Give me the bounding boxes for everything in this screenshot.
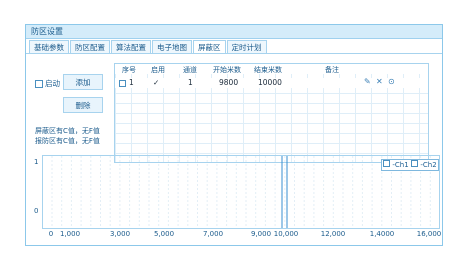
x-tick-label: 7,000 xyxy=(202,230,224,238)
x-tick-label: 0 xyxy=(48,230,54,238)
col-index: 序号 xyxy=(122,66,136,74)
col-end: 结束米数 xyxy=(254,66,282,74)
cell-enabled: ✓ xyxy=(153,78,160,87)
tab-timed-plan[interactable]: 定时计划 xyxy=(226,40,267,53)
legend-ch2[interactable]: -Ch2 xyxy=(411,160,437,170)
cell-channel: 1 xyxy=(188,78,193,87)
row-select-checkbox[interactable] xyxy=(119,80,126,87)
window-title: 防区设置 xyxy=(26,25,442,39)
locate-icon[interactable]: ⊙ xyxy=(388,77,395,86)
tab-basic-params[interactable]: 基础参数 xyxy=(29,40,69,53)
table-header: 序号 启用 通道 开始米数 结束米数 备注 xyxy=(115,64,428,74)
y-tick-1: 1 xyxy=(34,158,39,166)
x-tick-label: 5,000 xyxy=(153,230,175,238)
chart-legend: -Ch1 -Ch2 xyxy=(381,159,439,171)
shield-zone-table: 序号 启用 通道 开始米数 结束米数 备注 1 ✓ 1 9800 10000 ✎… xyxy=(114,63,429,163)
cell-start: 9800 xyxy=(219,78,239,87)
y-tick-0: 0 xyxy=(34,207,39,215)
distance-chart: -Ch1 -Ch2 xyxy=(42,155,440,229)
x-tick-label: 10,000 xyxy=(273,230,299,238)
tab-shield-zone[interactable]: 屏蔽区 xyxy=(193,40,226,53)
chart-plot-area xyxy=(51,156,431,228)
cell-index: 1 xyxy=(129,78,134,87)
checkbox-box[interactable] xyxy=(35,79,43,88)
x-tick-label: 3,000 xyxy=(109,230,131,238)
tab-zone-config[interactable]: 防区配置 xyxy=(70,40,110,53)
x-tick-label: 12,000 xyxy=(320,230,346,238)
legend-ch1[interactable]: -Ch1 xyxy=(383,160,409,170)
legend-ch2-checkbox[interactable] xyxy=(411,160,419,167)
legend-ch1-checkbox[interactable] xyxy=(383,160,391,167)
shield-note: 屏蔽区有C值，无F值 xyxy=(35,127,100,135)
legend-ch2-label: Ch2 xyxy=(422,161,437,169)
x-tick-label: 9,000 xyxy=(250,230,272,238)
edit-icon[interactable]: ✎ xyxy=(364,77,371,86)
tab-divider xyxy=(26,53,442,54)
table-row[interactable]: 1 ✓ 1 9800 10000 ✎ ✕ ⊙ xyxy=(115,77,428,88)
x-tick-label: 16,000 xyxy=(416,230,442,238)
enable-checkbox[interactable]: 启动 xyxy=(35,78,60,89)
tab-bar: 基础参数 防区配置 算法配置 电子地图 屏蔽区 定时计划 xyxy=(29,40,268,53)
x-tick-label: 1,000 xyxy=(59,230,81,238)
tab-algorithm-config[interactable]: 算法配置 xyxy=(111,40,151,53)
delete-icon[interactable]: ✕ xyxy=(376,77,383,86)
x-tick-label: 1,4000 xyxy=(369,230,395,238)
zone-settings-panel: 防区设置 基础参数 防区配置 算法配置 电子地图 屏蔽区 定时计划 启动 添加 … xyxy=(25,24,443,246)
delete-button[interactable]: 删除 xyxy=(63,97,103,113)
col-start: 开始米数 xyxy=(213,66,241,74)
col-enabled: 启用 xyxy=(151,66,165,74)
enable-label: 启动 xyxy=(45,79,60,88)
add-button[interactable]: 添加 xyxy=(63,74,103,90)
cell-end: 10000 xyxy=(258,78,282,87)
col-note: 备注 xyxy=(325,66,339,74)
col-channel: 通道 xyxy=(183,66,197,74)
legend-ch1-label: Ch1 xyxy=(394,161,409,169)
alarm-note: 报防区有C值，无F值 xyxy=(35,137,100,145)
tab-electronic-map[interactable]: 电子地图 xyxy=(152,40,192,53)
